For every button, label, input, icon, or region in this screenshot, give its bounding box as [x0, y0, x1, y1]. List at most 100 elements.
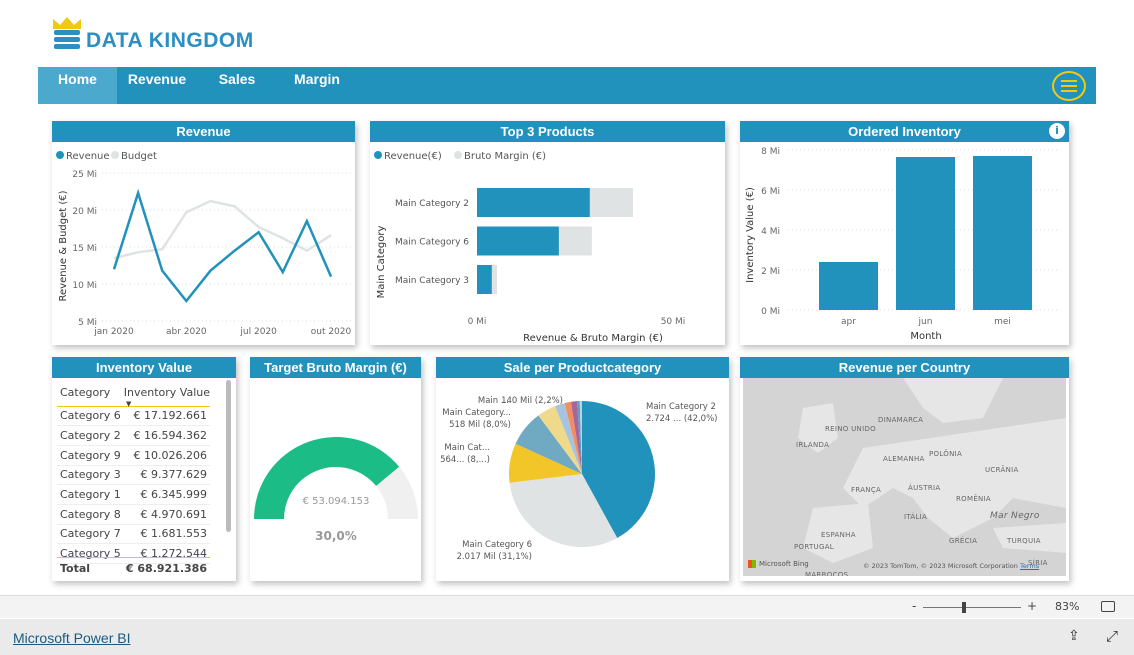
legend-revenue: Revenue(€) — [384, 151, 442, 162]
x-tick-label: jun — [918, 317, 933, 327]
category-cell: Category 6 — [60, 409, 121, 423]
category-label: Main Category 6 — [395, 238, 469, 248]
gauge-title: Target Bruto Margin (€) — [250, 357, 421, 378]
fit-to-page-icon[interactable] — [1101, 601, 1115, 612]
hamburger-menu-icon[interactable] — [1052, 71, 1086, 101]
value-cell: € 16.594.362 — [133, 429, 207, 443]
map-label: ESPANHA — [821, 531, 856, 539]
footer: Microsoft Power BI ⇪ ⤢ — [0, 619, 1134, 655]
x-tick-label: apr — [841, 317, 856, 327]
bar-mei — [973, 156, 1032, 310]
pie-detail: 518 Mil (8,0%) — [449, 420, 511, 430]
revenue-title: Revenue — [52, 121, 355, 142]
bar-apr — [819, 262, 878, 310]
x-axis-title: Revenue & Bruto Margin (€) — [523, 333, 663, 344]
bing-label: Microsoft Bing — [759, 560, 809, 568]
table-row[interactable]: Category 3 € 9.377.629 — [57, 465, 210, 485]
bar-revenue — [477, 265, 492, 294]
pie-label: Main Cat... — [444, 443, 490, 453]
map-label: REINO UNIDO — [825, 425, 876, 433]
table-scrollbar[interactable] — [226, 380, 231, 532]
nav-home[interactable]: Home — [38, 67, 117, 104]
logo: DATA KINGDOM — [52, 15, 254, 53]
fullscreen-icon[interactable]: ⤢ — [1106, 627, 1118, 645]
share-icon[interactable]: ⇪ — [1068, 628, 1080, 644]
category-cell: Category 7 — [60, 527, 121, 541]
top3-title: Top 3 Products — [370, 121, 725, 142]
table-row[interactable]: Category 9 € 10.026.206 — [57, 445, 210, 466]
zoom-slider[interactable] — [923, 607, 1021, 608]
crown-logo-icon — [53, 17, 81, 49]
category-cell: Category 1 — [60, 488, 121, 502]
info-icon[interactable]: i — [1049, 123, 1065, 139]
pie-detail: 2.017 Mil (31,1%) — [457, 552, 532, 562]
column-header-category[interactable]: Category — [57, 380, 122, 406]
legend-margin: Bruto Margin (€) — [464, 151, 546, 162]
x-axis-title: Month — [910, 331, 941, 342]
table-row[interactable]: Category 1 € 6.345.999 — [57, 485, 210, 505]
legend-revenue-dot — [374, 151, 382, 159]
value-cell: € 9.377.629 — [140, 468, 207, 482]
x-tick-label: jan 2020 — [93, 327, 134, 337]
revenue-line-chart: Revenue Budget5 Mi10 Mi15 Mi20 Mi25 Mijan… — [56, 151, 352, 337]
nav-revenue[interactable]: Revenue — [117, 67, 197, 104]
value-cell: € 6.345.999 — [140, 488, 207, 502]
map-area[interactable]: REINO UNIDO IRLANDA DINAMARCA ALEMANHA POLÔN… — [743, 378, 1066, 576]
y-axis-title: Inventory Value (€) — [745, 187, 756, 283]
legend-budget-dot — [111, 151, 119, 159]
top3-bar-chart: Revenue(€) Bruto Margin (€) Main Category … — [374, 151, 685, 344]
map-label: Mar Negro — [990, 511, 1040, 521]
value-cell: € 17.192.661 — [133, 409, 207, 423]
power-bi-link[interactable]: Microsoft Power BI — [13, 630, 130, 646]
inventory-title: Inventory Value — [52, 357, 236, 378]
pie-detail: 564... (8,...) — [440, 455, 490, 465]
column-header-label: Inventory Value — [123, 386, 210, 400]
pie-label: Main Category 2 — [646, 402, 716, 412]
map-card: Revenue per Country REINO UNIDO IRLANDA DI… — [740, 357, 1069, 581]
table-row[interactable]: Category 2 € 16.594.362 — [57, 426, 210, 446]
legend-revenue-dot — [56, 151, 64, 159]
gauge-chart: € 53.094.153 30,0% — [254, 437, 418, 543]
map-label: FRANÇA — [851, 486, 882, 494]
column-header-inventory-value[interactable]: Inventory Value ▼ — [122, 380, 210, 408]
legend-budget: Budget — [121, 151, 157, 162]
y-tick-label: 6 Mi — [761, 187, 780, 197]
map-label: POLÔNIA — [929, 450, 963, 458]
x-tick-label: out 2020 — [311, 327, 352, 337]
zoom-out-button[interactable]: - — [912, 599, 916, 613]
bar-margin — [491, 265, 497, 294]
y-tick-label: 20 Mi — [72, 207, 97, 217]
legend-margin-dot — [454, 151, 462, 159]
category-cell: Category 3 — [60, 468, 121, 482]
y-tick-label: 8 Mi — [761, 147, 780, 157]
bar-jun — [896, 157, 955, 310]
pie-label: Main Category... — [442, 408, 511, 418]
y-tick-label: 0 Mi — [761, 307, 780, 317]
inventory-card: Inventory Value Category Inventory Value… — [52, 357, 236, 581]
bing-logo: Microsoft Bing — [748, 560, 809, 568]
nav-margin[interactable]: Margin — [277, 67, 357, 104]
nav-sales[interactable]: Sales — [197, 67, 277, 104]
map-label: PORTUGAL — [794, 543, 834, 551]
sort-desc-icon: ▼ — [126, 400, 132, 408]
map-label: TURQUIA — [1007, 537, 1041, 545]
zoom-slider-thumb[interactable] — [962, 602, 967, 613]
pie-card: Sale per Productcategory Main Category 2… — [436, 357, 729, 581]
y-tick-label: 2 Mi — [761, 267, 780, 277]
terms-link[interactable]: Terms — [1020, 562, 1039, 570]
zoom-bar: - + 83% — [0, 595, 1134, 618]
bar-margin — [558, 226, 592, 256]
zoom-in-button[interactable]: + — [1027, 599, 1037, 613]
map-label: ROMÊNIA — [956, 495, 992, 503]
total-row: Total € 68.921.386 — [57, 557, 210, 575]
table-row[interactable]: Category 7 € 1.681.553 — [57, 524, 210, 544]
category-label: Main Category 3 — [395, 276, 469, 286]
x-tick-label: mei — [994, 317, 1011, 327]
ordered-card: Ordered Inventory i 0 Mi 2 Mi 4 Mi 6 Mi 8 Mi… — [740, 121, 1069, 345]
microsoft-icon — [748, 560, 756, 568]
category-cell: Category 2 — [60, 429, 121, 443]
table-row[interactable]: Category 6 € 17.192.661 — [57, 406, 210, 426]
table-row[interactable]: Category 8 € 4.970.691 — [57, 504, 210, 525]
map-land — [798, 378, 1066, 563]
value-cell: € 1.681.553 — [140, 527, 207, 541]
